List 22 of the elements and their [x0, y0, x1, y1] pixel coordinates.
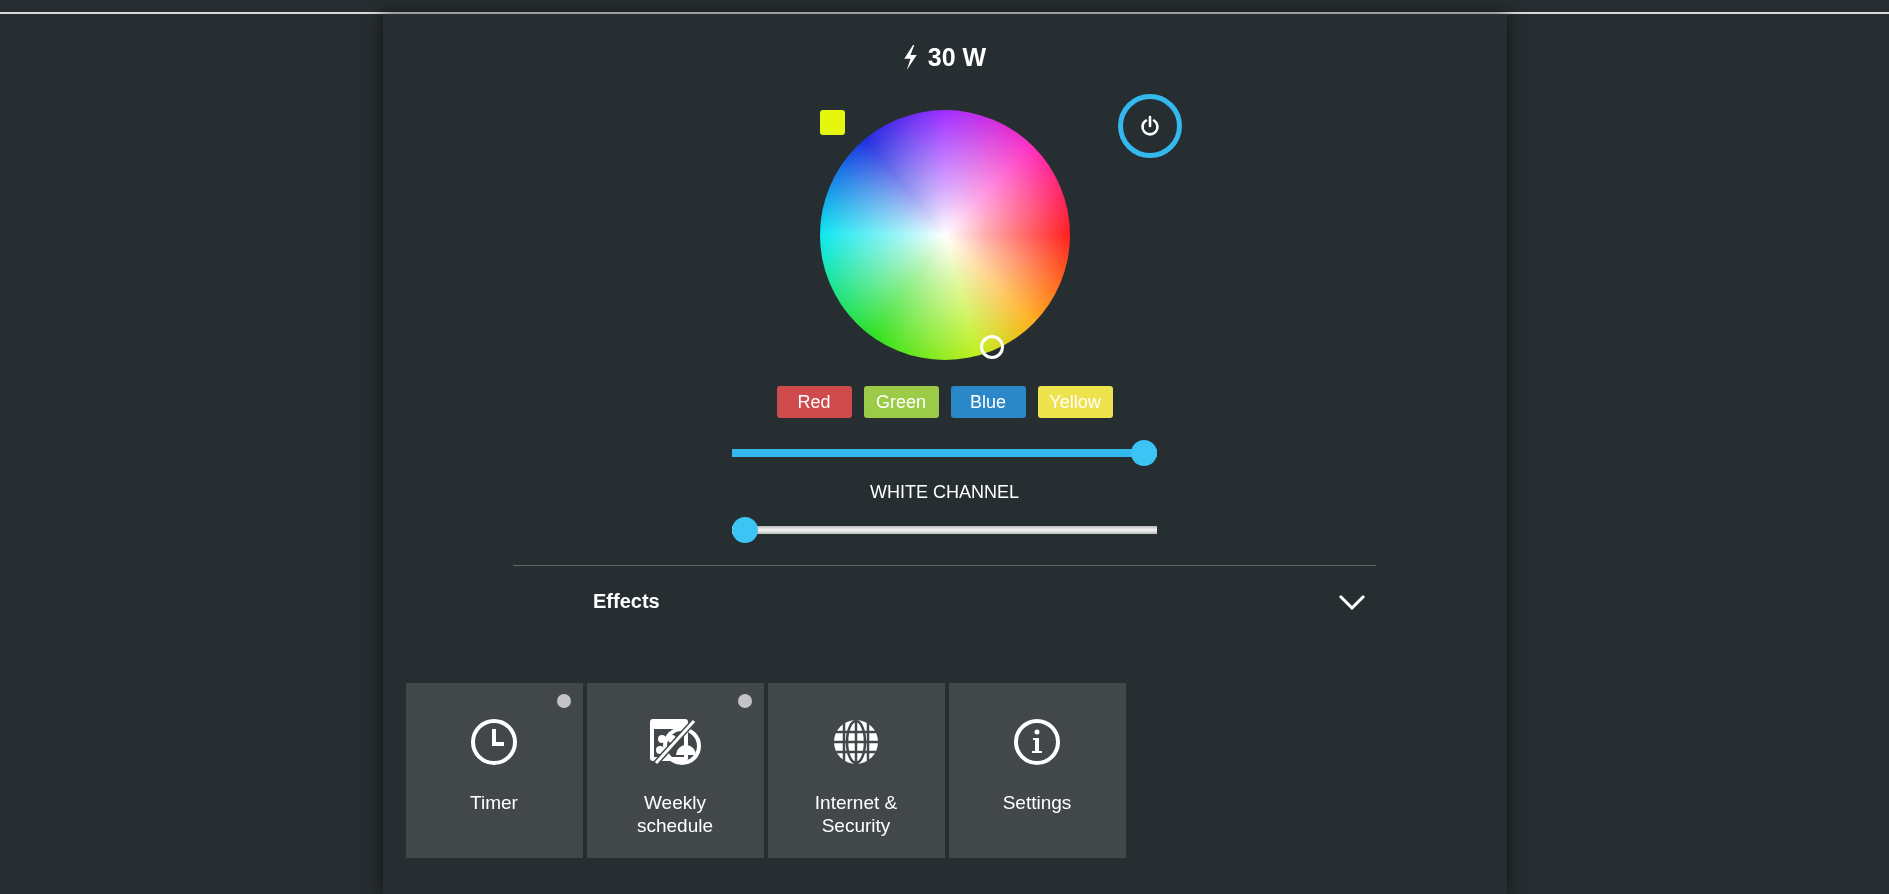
brightness-slider[interactable]	[732, 440, 1157, 466]
slider-thumb[interactable]	[732, 517, 758, 543]
timer-tile[interactable]: Timer	[405, 683, 583, 858]
color-preset-button[interactable]: Red	[776, 386, 852, 418]
channel-slider[interactable]	[732, 517, 1157, 543]
info-icon	[1012, 717, 1062, 767]
globe-icon	[831, 717, 881, 767]
schedule-tile[interactable]: Weekly schedule	[586, 683, 764, 858]
calendar-slash-icon	[648, 717, 702, 767]
color-preset-button[interactable]: Blue	[950, 386, 1026, 418]
clock-icon	[469, 717, 519, 767]
power-button[interactable]	[1117, 94, 1182, 158]
color-picker-handle[interactable]	[979, 335, 1004, 359]
lightning-icon	[902, 44, 918, 70]
internet-tile[interactable]: Internet & Security	[767, 683, 945, 858]
current-color-swatch	[819, 110, 845, 135]
chevron-icon[interactable]	[1338, 593, 1366, 610]
effects-label[interactable]: Effects	[593, 590, 660, 613]
slider-thumb[interactable]	[1131, 440, 1157, 466]
settings-tile[interactable]: Settings	[948, 683, 1126, 858]
channel-label: WHITE CHANNEL	[870, 482, 1019, 503]
power-reading: 30 W	[927, 42, 987, 72]
